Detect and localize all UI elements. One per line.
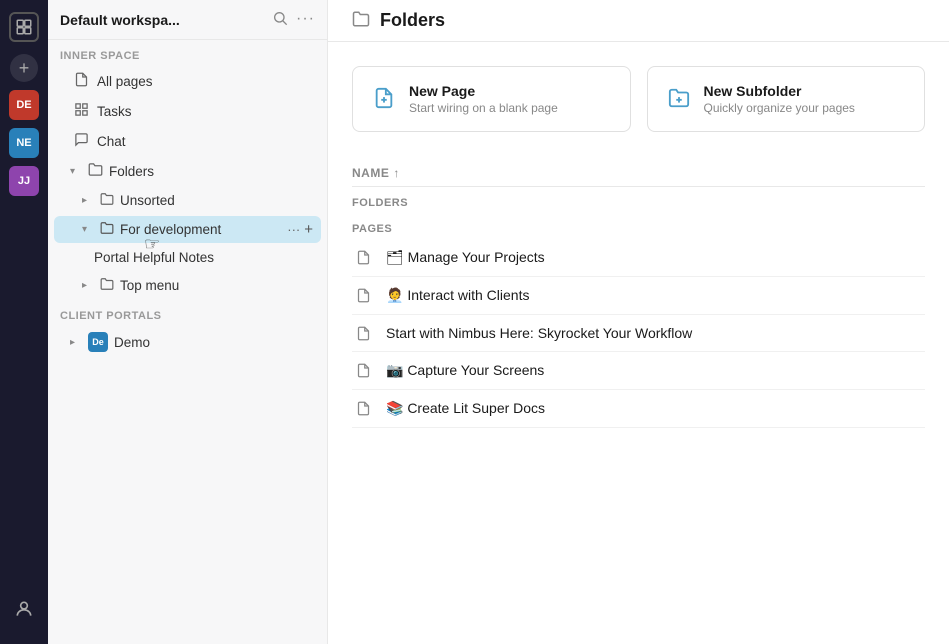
all-pages-label: All pages xyxy=(97,74,153,89)
new-subfolder-icon xyxy=(668,87,690,112)
new-page-subtitle: Start wiring on a blank page xyxy=(409,101,558,115)
tasks-icon xyxy=(74,102,89,120)
folder-icon xyxy=(100,221,114,238)
table-row[interactable]: 🧑‍💼 Interact with Clients xyxy=(352,277,925,315)
sidebar-item-top-menu[interactable]: ▸ Top menu xyxy=(54,272,321,299)
new-subfolder-subtitle: Quickly organize your pages xyxy=(704,101,855,115)
top-menu-label: Top menu xyxy=(120,278,313,293)
section-pages-label: PAGES xyxy=(352,213,925,239)
page-row-icon xyxy=(352,288,374,303)
new-subfolder-title: New Subfolder xyxy=(704,83,855,99)
main-body: New Page Start wiring on a blank page Ne… xyxy=(328,42,949,644)
search-icon[interactable] xyxy=(272,10,288,29)
sidebar-item-all-pages[interactable]: All pages xyxy=(54,67,321,95)
chevron-right-icon: ▸ xyxy=(82,280,94,291)
chevron-right-icon: ▸ xyxy=(82,195,94,206)
chevron-down-icon: ▾ xyxy=(70,166,82,177)
main-content: Folders New Page Start wiring on a blank… xyxy=(328,0,949,644)
add-workspace-button[interactable]: + xyxy=(10,54,38,82)
more-options-icon[interactable]: ··· xyxy=(296,10,315,29)
sidebar-header: Default workspa... ··· xyxy=(48,0,327,40)
row-label: 📚 Create Lit Super Docs xyxy=(386,400,925,417)
chat-icon xyxy=(74,132,89,150)
new-subfolder-text: New Subfolder Quickly organize your page… xyxy=(704,83,855,115)
portal-helpful-notes-label: Portal Helpful Notes xyxy=(94,250,313,265)
workspace-title: Default workspa... xyxy=(60,12,180,28)
sidebar-item-unsorted[interactable]: ▸ Unsorted xyxy=(54,187,321,214)
add-item-button[interactable]: + xyxy=(304,221,313,238)
row-label: 📷 Capture Your Screens xyxy=(386,362,925,379)
new-page-card[interactable]: New Page Start wiring on a blank page xyxy=(352,66,631,132)
folder-icon xyxy=(100,277,114,294)
table-row[interactable]: 🗂 Manage Your Projects xyxy=(352,239,925,277)
table-row[interactable]: Start with Nimbus Here: Skyrocket Your W… xyxy=(352,315,925,352)
row-label: Start with Nimbus Here: Skyrocket Your W… xyxy=(386,325,925,341)
section-folders-label: FOLDERS xyxy=(352,187,925,213)
table-row[interactable]: 📷 Capture Your Screens xyxy=(352,352,925,390)
new-page-icon xyxy=(373,87,395,112)
content-table: NAME ↑ FOLDERS PAGES 🗂 Manage Your Proje… xyxy=(352,160,925,428)
folder-icon xyxy=(88,162,103,180)
logo-icon xyxy=(9,12,39,42)
for-development-label: For development xyxy=(120,222,281,237)
row-label: 🧑‍💼 Interact with Clients xyxy=(386,287,925,304)
new-page-title: New Page xyxy=(409,83,558,99)
folders-label: Folders xyxy=(109,164,313,179)
new-page-text: New Page Start wiring on a blank page xyxy=(409,83,558,115)
row-label: 🗂 Manage Your Projects xyxy=(386,249,925,266)
page-row-icon xyxy=(352,326,374,341)
sidebar-item-folders[interactable]: ▾ Folders xyxy=(54,157,321,185)
table-row[interactable]: 📚 Create Lit Super Docs xyxy=(352,390,925,428)
demo-portal-icon: De xyxy=(88,332,108,352)
page-icon xyxy=(74,72,89,90)
inner-space-label: INNER SPACE xyxy=(48,40,327,66)
chat-label: Chat xyxy=(97,134,126,149)
page-row-icon xyxy=(352,401,374,416)
avatar-de[interactable]: DE xyxy=(9,90,39,120)
sidebar-header-icons: ··· xyxy=(272,10,315,29)
chevron-down-icon: ▾ xyxy=(82,224,94,235)
user-settings-icon[interactable] xyxy=(14,599,34,624)
avatar-jj[interactable]: JJ xyxy=(9,166,39,196)
action-cards: New Page Start wiring on a blank page Ne… xyxy=(352,66,925,132)
avatar-bar: + DE NE JJ xyxy=(0,0,48,644)
page-row-icon xyxy=(352,363,374,378)
sidebar-item-portal-helpful-notes[interactable]: Portal Helpful Notes xyxy=(54,245,321,270)
avatar-ne[interactable]: NE xyxy=(9,128,39,158)
more-options-button[interactable]: ··· xyxy=(287,222,300,237)
chevron-right-icon: ▸ xyxy=(70,337,82,348)
sidebar: Default workspa... ··· INNER SPACE All p… xyxy=(48,0,328,644)
sidebar-item-chat[interactable]: Chat xyxy=(54,127,321,155)
page-row-icon xyxy=(352,250,374,265)
tasks-label: Tasks xyxy=(97,104,132,119)
folder-header-icon xyxy=(352,10,370,31)
demo-label: Demo xyxy=(114,335,313,350)
page-title: Folders xyxy=(380,10,445,31)
main-header: Folders xyxy=(328,0,949,42)
new-subfolder-card[interactable]: New Subfolder Quickly organize your page… xyxy=(647,66,926,132)
sidebar-item-for-development[interactable]: ▾ For development ··· + ☞ xyxy=(54,216,321,243)
sidebar-item-demo[interactable]: ▸ De Demo xyxy=(54,327,321,357)
client-portals-label: CLIENT PORTALS xyxy=(48,300,327,326)
sidebar-item-tasks[interactable]: Tasks xyxy=(54,97,321,125)
column-header-name: NAME ↑ xyxy=(352,160,925,187)
for-development-actions: ··· + xyxy=(287,221,313,238)
unsorted-label: Unsorted xyxy=(120,193,313,208)
folder-icon xyxy=(100,192,114,209)
sort-icon[interactable]: ↑ xyxy=(393,166,400,180)
